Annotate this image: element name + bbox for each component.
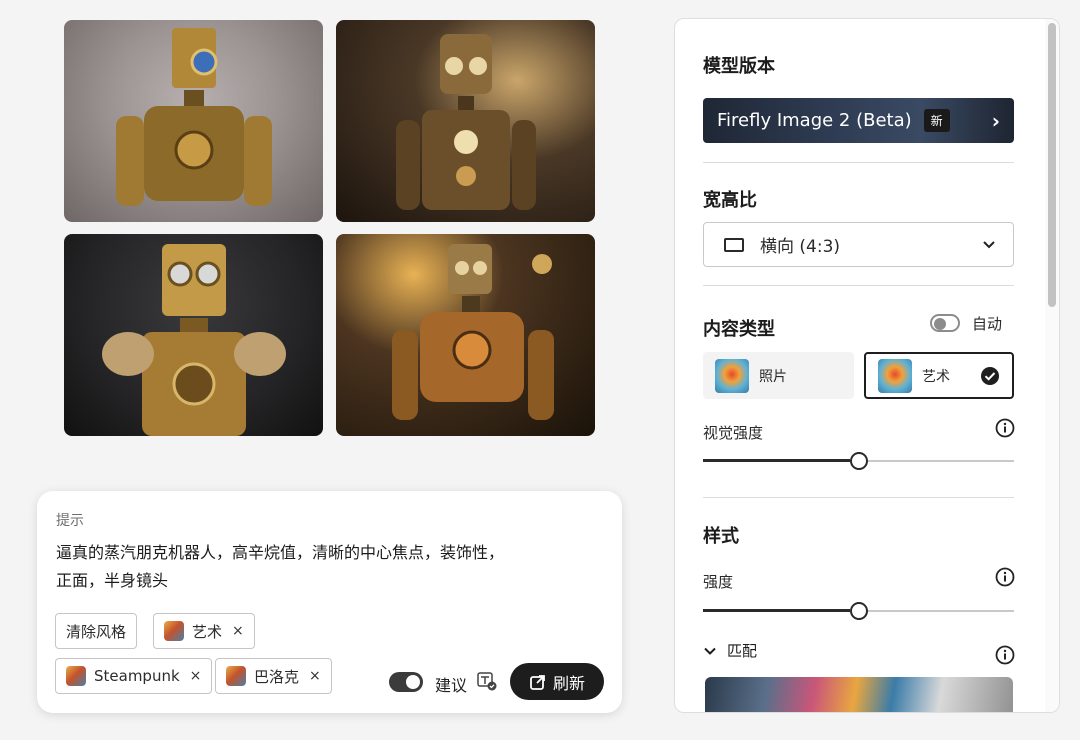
generated-image-2[interactable] — [336, 20, 595, 222]
prompt-panel: 提示 逼真的蒸汽朋克机器人，高辛烷值，清晰的中心焦点，装饰性， 正面，半身镜头 … — [37, 491, 622, 713]
info-icon[interactable] — [995, 567, 1015, 587]
style-title: 样式 — [703, 526, 739, 547]
new-badge: 新 — [923, 109, 950, 132]
remove-chip-icon[interactable]: × — [190, 668, 202, 684]
model-name: Firefly Image 2 (Beta) — [717, 110, 912, 131]
refresh-icon — [530, 674, 545, 690]
chevron-down-icon — [983, 240, 995, 248]
settings-panel: 模型版本 Firefly Image 2 (Beta) 新 › 宽高比 横向 (… — [674, 18, 1060, 713]
info-icon[interactable] — [995, 645, 1015, 665]
generated-image-1[interactable] — [64, 20, 323, 222]
art-balloon-icon — [878, 358, 912, 393]
visual-intensity-slider[interactable] — [703, 451, 1014, 471]
refresh-label: 刷新 — [552, 673, 585, 693]
suggest-label: 建议 — [435, 676, 468, 695]
chevron-down-icon — [704, 647, 716, 655]
robot-illustration — [395, 34, 536, 210]
slider-fill — [703, 609, 850, 612]
model-version-title: 模型版本 — [703, 56, 775, 77]
aspect-ratio-title: 宽高比 — [703, 190, 757, 211]
landscape-icon — [724, 237, 744, 252]
photo-label: 照片 — [759, 368, 787, 385]
remove-chip-icon[interactable]: × — [309, 668, 321, 684]
photo-balloon-icon — [715, 358, 749, 393]
slider-fill — [703, 459, 850, 462]
prompt-label: 提示 — [56, 513, 84, 529]
chevron-right-icon: › — [991, 108, 1000, 133]
section-divider — [703, 497, 1014, 498]
auto-label: 自动 — [972, 315, 1003, 333]
match-label: 匹配 — [727, 642, 758, 660]
style-chip-steampunk[interactable]: Steampunk × — [55, 658, 213, 694]
steampunk-thumbnail-icon — [66, 666, 86, 686]
style-chip-baroque[interactable]: 巴洛克 × — [215, 658, 332, 694]
section-divider — [703, 162, 1014, 163]
suggest-toggle[interactable] — [389, 672, 423, 692]
refresh-button[interactable]: 刷新 — [510, 663, 604, 700]
chip-label: 艺术 — [192, 622, 223, 641]
art-label: 艺术 — [922, 368, 950, 385]
info-icon[interactable] — [995, 418, 1015, 438]
visual-intensity-label: 视觉强度 — [703, 424, 764, 442]
section-divider — [703, 285, 1014, 286]
remove-chip-icon[interactable]: × — [232, 623, 244, 639]
toggle-knob — [934, 318, 946, 330]
robot-illustration — [391, 244, 554, 420]
prompt-line-1: 逼真的蒸汽朋克机器人，高辛烷值，清晰的中心焦点，装饰性， — [56, 543, 505, 562]
strength-label: 强度 — [703, 573, 734, 591]
prompt-line-2: 正面，半身镜头 — [56, 571, 169, 590]
strength-slider[interactable] — [703, 601, 1014, 621]
aspect-ratio-value: 横向 (4:3) — [760, 237, 841, 257]
aspect-ratio-dropdown[interactable]: 横向 (4:3) — [703, 222, 1014, 267]
clear-style-button[interactable]: 清除风格 — [55, 613, 138, 649]
robot-illustration — [115, 28, 272, 206]
content-type-title: 内容类型 — [703, 319, 775, 340]
model-version-button[interactable]: Firefly Image 2 (Beta) 新 › — [703, 98, 1014, 143]
content-type-photo[interactable]: 照片 — [703, 352, 854, 399]
chip-label: 巴洛克 — [254, 667, 300, 686]
toggle-knob — [406, 675, 420, 689]
scrollbar-thumb[interactable] — [1048, 23, 1056, 307]
prompt-input[interactable]: 逼真的蒸汽朋克机器人，高辛烷值，清晰的中心焦点，装饰性， 正面，半身镜头 — [56, 539, 576, 595]
content-type-art[interactable]: 艺术 — [864, 352, 1014, 399]
text-check-icon[interactable] — [477, 671, 497, 691]
match-expander[interactable]: 匹配 — [703, 640, 757, 661]
checkmark-icon — [981, 366, 999, 385]
art-thumbnail-icon — [164, 621, 184, 641]
robot-illustration — [101, 244, 286, 436]
baroque-thumbnail-icon — [226, 666, 246, 686]
generated-image-3[interactable] — [64, 234, 323, 436]
auto-toggle[interactable] — [930, 314, 960, 332]
slider-handle[interactable] — [850, 602, 868, 620]
style-chip-art[interactable]: 艺术 × — [153, 613, 255, 649]
scrollbar-track[interactable] — [1045, 19, 1059, 712]
reference-image-preview[interactable] — [705, 677, 1013, 712]
slider-handle[interactable] — [850, 452, 868, 470]
generated-image-4[interactable] — [336, 234, 595, 436]
clear-style-label: 清除风格 — [66, 622, 127, 641]
chip-label: Steampunk — [94, 667, 180, 685]
